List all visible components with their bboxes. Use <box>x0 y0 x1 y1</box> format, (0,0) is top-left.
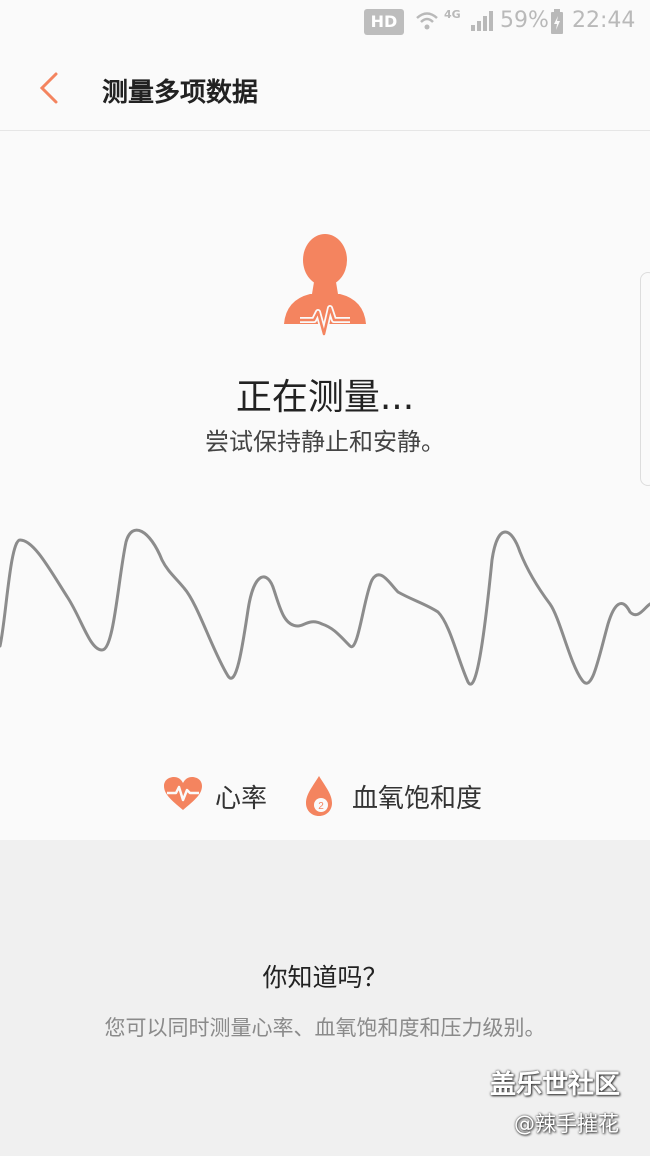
metric-label-spo2: 血氧饱和度 <box>352 784 483 814</box>
page-title: 测量多项数据 <box>102 78 259 108</box>
chevron-left-icon <box>39 72 58 104</box>
heart-pulse-icon <box>164 777 202 810</box>
back-button[interactable] <box>30 66 70 110</box>
pulse-waveform <box>0 528 650 686</box>
network-type: 4G <box>444 8 461 21</box>
metric-label-heart-rate: 心率 <box>215 784 268 814</box>
status-bar: HD 4G 59% 22:44 <box>0 0 650 44</box>
oxygen-drop-icon: 2 <box>306 776 332 816</box>
edge-panel-handle[interactable] <box>640 272 650 486</box>
tip-body: 您可以同时测量心率、血氧饱和度和压力级别。 <box>104 1016 546 1040</box>
metrics-legend: 心率 2 血氧饱和度 <box>0 770 650 830</box>
tip-panel: 你知道吗？ 您可以同时测量心率、血氧饱和度和压力级别。 盖乐世社区 @辣手摧花 <box>0 840 650 1156</box>
screen: HD 4G 59% 22:44 测量多项数据 正在测量... 尝试保持静止和安静… <box>0 0 650 1156</box>
watermark-author: @辣手摧花 <box>514 1112 619 1136</box>
wifi-icon <box>416 12 438 30</box>
person-heartbeat-icon <box>284 234 366 337</box>
measuring-instruction: 尝试保持静止和安静。 <box>205 428 445 456</box>
signal-icon <box>471 11 493 31</box>
battery-charging-icon <box>551 9 563 34</box>
battery-percent: 59% <box>500 8 549 33</box>
app-bar: 测量多项数据 <box>0 44 650 131</box>
oxygen-badge: 2 <box>318 801 324 812</box>
measuring-status: 正在测量... <box>235 377 415 418</box>
tip-title: 你知道吗？ <box>262 963 388 992</box>
hd-badge: HD <box>364 9 404 35</box>
watermark-site: 盖乐世社区 <box>490 1070 621 1100</box>
clock: 22:44 <box>572 8 636 33</box>
